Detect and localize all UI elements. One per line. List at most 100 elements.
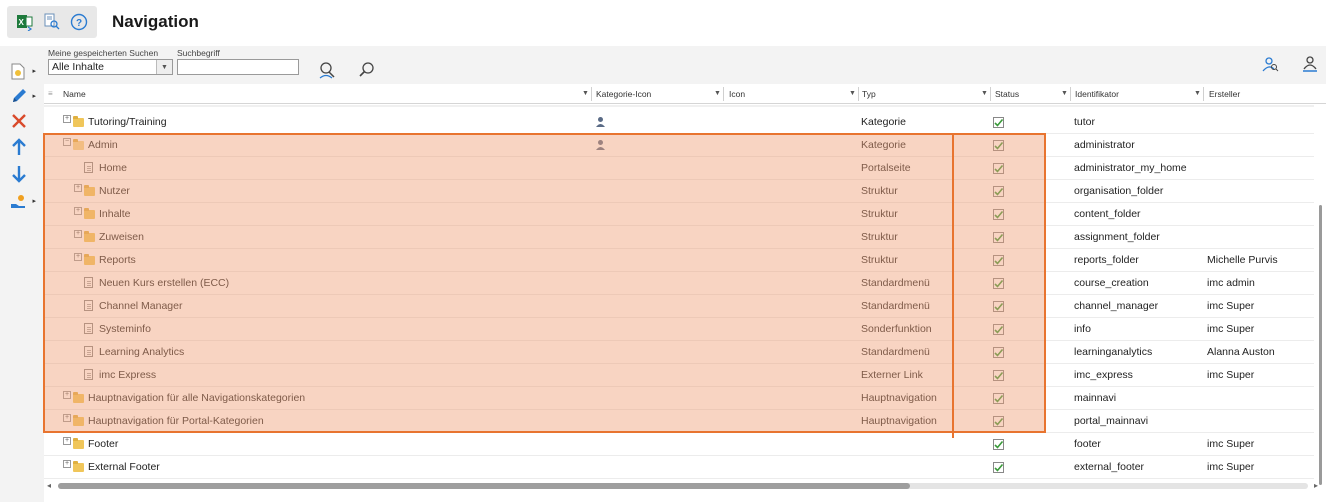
filter-icon[interactable]: ▼ xyxy=(1061,90,1068,97)
table-row[interactable]: + Hauptnavigation für Portal-Kategorien Ha… xyxy=(44,410,1314,433)
filter-icon[interactable]: ▼ xyxy=(849,90,856,97)
status-checkbox[interactable] xyxy=(993,272,1013,294)
cell-name: Hauptnavigation für Portal-Kategorien xyxy=(88,415,264,427)
column-separator[interactable] xyxy=(1070,87,1071,101)
cell-typ: Struktur xyxy=(861,231,898,243)
vertical-scrollbar-thumb[interactable] xyxy=(1319,205,1322,485)
filter-icon[interactable]: ▼ xyxy=(981,90,988,97)
vertical-scrollbar[interactable] xyxy=(1318,105,1324,485)
cell-ersteller: imc Super xyxy=(1207,323,1255,335)
page-icon xyxy=(84,369,95,380)
expand-icon[interactable]: + xyxy=(63,414,71,422)
scroll-right-icon[interactable]: ▸ xyxy=(1314,481,1318,490)
expand-icon[interactable]: + xyxy=(63,437,71,445)
column-separator[interactable] xyxy=(1203,87,1204,101)
table-row[interactable]: Neuen Kurs erstellen (ECC) Standardmenü co… xyxy=(44,272,1314,295)
saved-searches-select[interactable]: Alle Inhalte ▼ xyxy=(48,59,173,75)
checkmark-icon xyxy=(993,116,1004,128)
table-row[interactable]: + Reports Struktur reports_folder Michelle P… xyxy=(44,249,1314,272)
document-search-icon[interactable] xyxy=(41,11,63,33)
cell-ersteller: Michelle Purvis xyxy=(1207,254,1278,266)
navigation-grid: ≡ Name ▼ Kategorie-Icon ▼ Icon ▼ Typ ▼ S… xyxy=(44,84,1326,502)
column-header-name[interactable]: Name xyxy=(63,84,583,104)
advanced-search-button[interactable] xyxy=(317,60,337,80)
table-row[interactable]: + Inhalte Struktur content_folder xyxy=(44,203,1314,226)
status-checkbox[interactable] xyxy=(993,387,1013,409)
assign-button[interactable]: ▸ xyxy=(10,190,36,212)
table-row[interactable]: + Nutzer Struktur organisation_folder xyxy=(44,180,1314,203)
grip-icon[interactable]: ≡ xyxy=(48,89,53,98)
table-row[interactable]: + External Footer external_footer imc Super xyxy=(44,456,1314,479)
checkmark-icon xyxy=(993,438,1004,450)
column-header-icon[interactable]: Icon xyxy=(729,84,849,104)
search-button[interactable] xyxy=(357,60,377,80)
filter-icon[interactable]: ▼ xyxy=(1194,90,1201,97)
folder-icon xyxy=(73,461,84,472)
horizontal-scrollbar-thumb[interactable] xyxy=(58,483,910,489)
table-row[interactable]: Systeminfo Sonderfunktion info imc Super xyxy=(44,318,1314,341)
column-separator[interactable] xyxy=(990,87,991,101)
status-checkbox[interactable] xyxy=(993,341,1013,363)
status-checkbox[interactable] xyxy=(993,318,1013,340)
delete-button[interactable] xyxy=(10,110,36,132)
search-term-input[interactable] xyxy=(177,59,299,75)
table-row[interactable]: Home Portalseite administrator_my_home xyxy=(44,157,1314,180)
column-separator[interactable] xyxy=(723,87,724,101)
status-checkbox[interactable] xyxy=(993,295,1013,317)
scroll-left-icon[interactable]: ◂ xyxy=(47,481,51,490)
column-separator[interactable] xyxy=(591,87,592,101)
expand-icon[interactable]: + xyxy=(63,460,71,468)
cell-name: Home xyxy=(99,162,128,174)
search-user-button[interactable] xyxy=(1260,54,1280,74)
status-checkbox[interactable] xyxy=(993,249,1013,271)
column-header-ersteller[interactable]: Ersteller xyxy=(1209,84,1309,104)
table-row[interactable]: + Zuweisen Struktur assignment_folder xyxy=(44,226,1314,249)
table-row[interactable]: + Hauptnavigation für alle Navigationskat… xyxy=(44,387,1314,410)
expand-icon[interactable]: + xyxy=(74,184,82,192)
expand-icon[interactable]: + xyxy=(74,207,82,215)
table-row[interactable]: imc Express Externer Link imc_express imc S… xyxy=(44,364,1314,387)
checkmark-icon xyxy=(993,300,1004,312)
status-checkbox[interactable] xyxy=(993,456,1013,478)
move-up-button[interactable] xyxy=(10,136,36,158)
column-header-kategorie-icon[interactable]: Kategorie-Icon xyxy=(596,84,711,104)
filter-icon[interactable]: ▼ xyxy=(582,90,589,97)
save-search-button[interactable] xyxy=(1300,54,1320,74)
column-separator[interactable] xyxy=(858,87,859,101)
expand-icon[interactable]: + xyxy=(63,391,71,399)
status-checkbox[interactable] xyxy=(993,226,1013,248)
status-checkbox[interactable] xyxy=(993,433,1013,455)
chevron-down-icon[interactable]: ▼ xyxy=(156,60,172,74)
excel-export-icon[interactable]: X xyxy=(14,11,36,33)
collapse-icon[interactable]: − xyxy=(63,138,71,146)
move-down-button[interactable] xyxy=(10,163,36,185)
checkmark-icon xyxy=(993,208,1004,220)
status-checkbox[interactable] xyxy=(993,410,1013,432)
table-row[interactable]: − Admin Kategorie administrator xyxy=(44,134,1314,157)
horizontal-scrollbar[interactable]: ◂ ▸ xyxy=(44,480,1326,492)
status-checkbox[interactable] xyxy=(993,180,1013,202)
status-checkbox[interactable] xyxy=(993,364,1013,386)
table-row[interactable]: + Footer footer imc Super xyxy=(44,433,1314,456)
table-row[interactable]: Channel Manager Standardmenü channel_manag… xyxy=(44,295,1314,318)
filter-icon[interactable]: ▼ xyxy=(714,90,721,97)
cell-identifikator: channel_manager xyxy=(1074,300,1159,312)
expand-icon[interactable]: + xyxy=(74,253,82,261)
status-checkbox[interactable] xyxy=(993,203,1013,225)
new-item-button[interactable]: ▸ xyxy=(10,60,36,82)
status-checkbox[interactable] xyxy=(993,134,1013,156)
column-header-identifikator[interactable]: Identifikator xyxy=(1075,84,1185,104)
status-checkbox[interactable] xyxy=(993,157,1013,179)
menu-caret-icon: ▸ xyxy=(32,198,36,205)
cell-ersteller xyxy=(1207,180,1312,202)
edit-button[interactable]: ▸ xyxy=(10,85,36,107)
expand-icon[interactable]: + xyxy=(74,230,82,238)
expand-icon[interactable]: + xyxy=(63,115,71,123)
cell-ersteller xyxy=(1207,111,1312,133)
table-row[interactable]: + Tutoring/Training Kategorie tutor xyxy=(44,111,1314,134)
column-header-typ[interactable]: Typ xyxy=(862,84,982,104)
column-header-status[interactable]: Status xyxy=(995,84,1055,104)
status-checkbox[interactable] xyxy=(993,111,1013,133)
table-row[interactable]: Learning Analytics Standardmenü learningan… xyxy=(44,341,1314,364)
help-icon[interactable]: ? xyxy=(68,11,90,33)
